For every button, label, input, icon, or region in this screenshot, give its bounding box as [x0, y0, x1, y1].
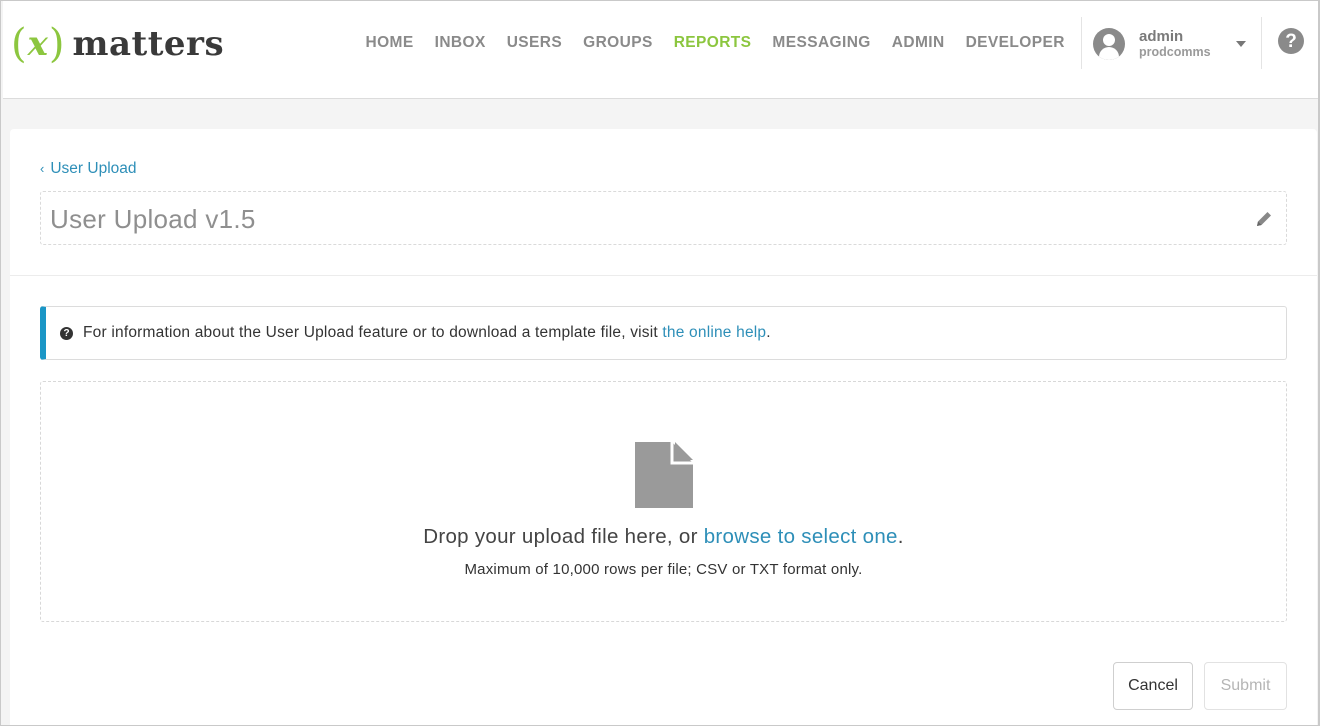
info-message: For information about the User Upload fe…	[83, 324, 663, 341]
nav-home[interactable]: HOME	[366, 34, 414, 52]
nav-messaging[interactable]: MESSAGING	[772, 34, 870, 52]
nav-users[interactable]: USERS	[507, 34, 562, 52]
nav-inbox[interactable]: INBOX	[435, 34, 486, 52]
logo-x: x	[27, 24, 48, 64]
chevron-left-icon: ‹	[40, 160, 45, 176]
logo-paren-open: (	[11, 21, 27, 67]
user-avatar-icon	[1093, 28, 1125, 60]
file-dropzone[interactable]: Drop your upload file here, or browse to…	[40, 381, 1287, 622]
page-title: User Upload v1.5	[50, 204, 256, 234]
submit-button[interactable]: Submit	[1204, 662, 1287, 710]
top-header: ( x ) matters HOME INBOX USERS GROUPS RE…	[3, 1, 1318, 99]
drop-hint: Maximum of 10,000 rows per file; CSV or …	[464, 561, 863, 578]
browse-link[interactable]: browse to select one	[704, 525, 898, 548]
breadcrumb-label: User Upload	[50, 160, 137, 177]
file-icon	[635, 442, 693, 508]
question-circle-icon: ?	[60, 326, 73, 340]
user-name: admin	[1139, 28, 1184, 46]
xmatters-logo[interactable]: ( x ) matters	[11, 21, 224, 67]
help-icon[interactable]: ?	[1278, 28, 1304, 54]
cancel-button[interactable]: Cancel	[1113, 662, 1193, 710]
caret-down-icon[interactable]	[1236, 41, 1246, 47]
nav-groups[interactable]: GROUPS	[583, 34, 653, 52]
pencil-icon[interactable]	[1254, 209, 1274, 229]
section-divider	[10, 275, 1317, 276]
header-separator	[1081, 17, 1082, 69]
content-card: ‹ User Upload User Upload v1.5 ? For inf…	[10, 129, 1317, 725]
logo-word: matters	[72, 24, 225, 64]
title-editor[interactable]: User Upload v1.5	[40, 191, 1287, 245]
user-info: admin prodcomms	[1139, 28, 1211, 60]
drop-prefix: Drop your upload file here, or	[423, 525, 704, 548]
nav-reports[interactable]: REPORTS	[674, 34, 752, 52]
online-help-link[interactable]: the online help	[662, 324, 766, 341]
info-text: For information about the User Upload fe…	[83, 324, 771, 342]
breadcrumb-back-link[interactable]: ‹ User Upload	[40, 160, 137, 178]
logo-paren-close: )	[48, 21, 65, 67]
nav-developer[interactable]: DEVELOPER	[966, 34, 1065, 52]
app-window: ( x ) matters HOME INBOX USERS GROUPS RE…	[0, 0, 1320, 726]
user-menu[interactable]: admin prodcomms	[1093, 23, 1253, 65]
drop-suffix: .	[897, 525, 904, 548]
main-nav: HOME INBOX USERS GROUPS REPORTS MESSAGIN…	[355, 29, 1075, 57]
user-company: prodcomms	[1139, 45, 1211, 60]
header-separator	[1261, 17, 1262, 69]
nav-admin[interactable]: ADMIN	[892, 34, 945, 52]
info-banner: ? For information about the User Upload …	[40, 306, 1287, 360]
info-suffix: .	[766, 324, 771, 341]
drop-instructions: Drop your upload file here, or browse to…	[41, 525, 1286, 549]
